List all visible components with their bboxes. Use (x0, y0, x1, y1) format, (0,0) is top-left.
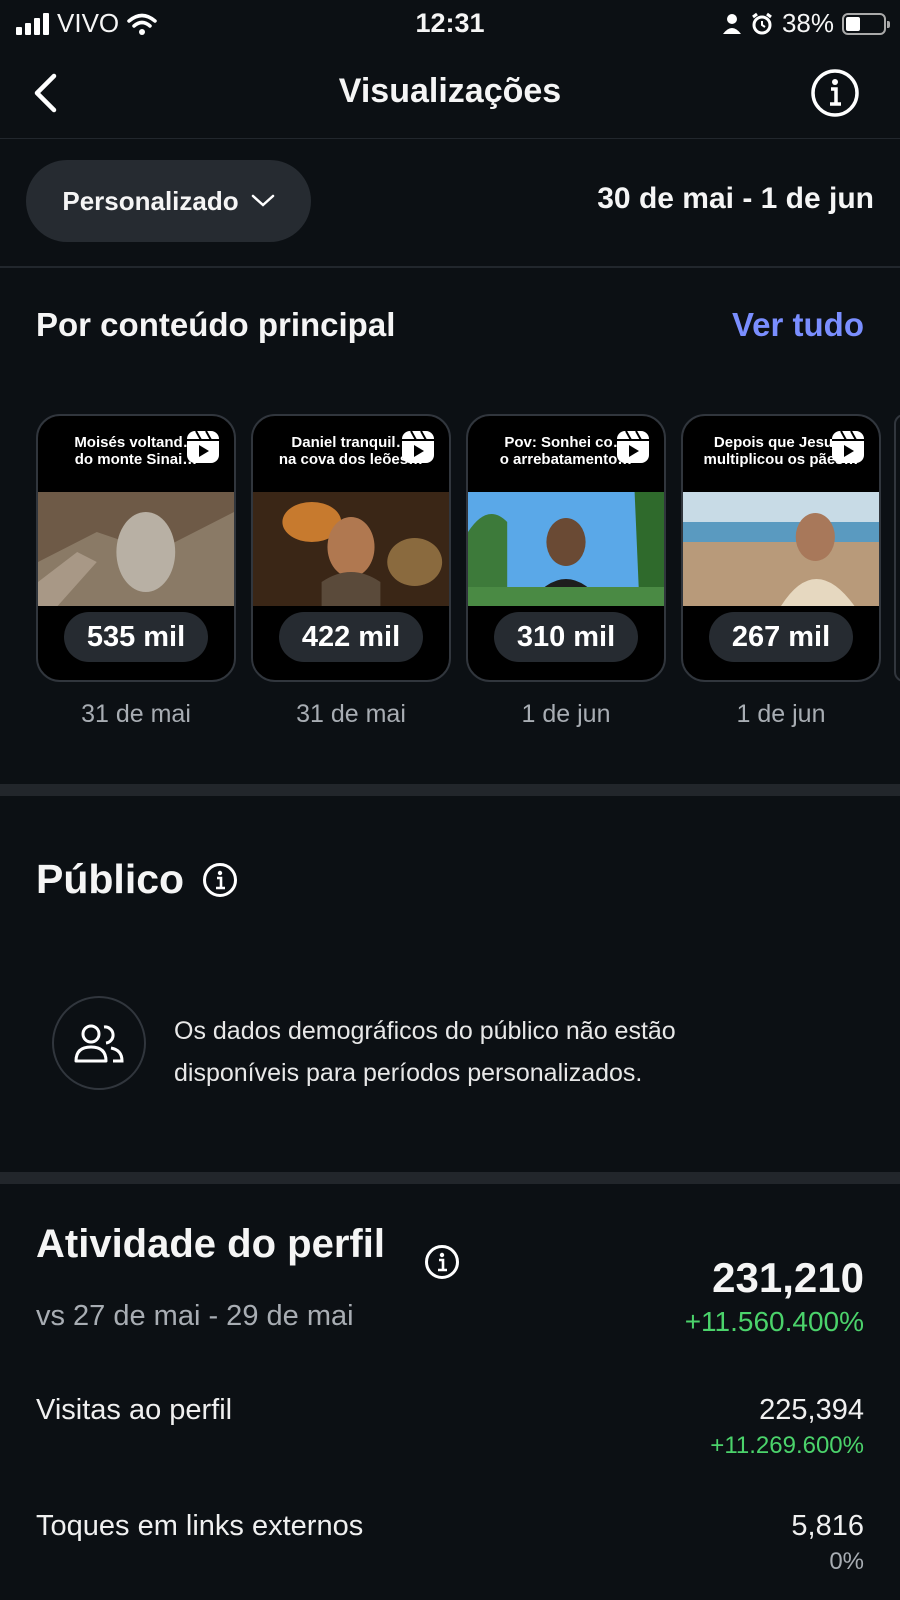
page-title: Visualizações (338, 72, 562, 110)
section-divider (0, 1172, 900, 1184)
video-thumbnail (683, 492, 879, 606)
top-content-title: Por conteúdo principal (36, 306, 396, 343)
date-range: 30 de mai - 1 de jun (597, 182, 874, 215)
video-thumbnail (38, 492, 234, 606)
audience-unavailable-message: Os dados demográficos do público não est… (174, 1017, 676, 1087)
video-thumbnail (253, 492, 449, 606)
alarm-icon (752, 12, 772, 34)
video-thumbnail (468, 492, 664, 606)
content-card[interactable]: Depois que Jesu… multiplicou os pães… 26… (681, 414, 881, 682)
reels-icon (832, 430, 864, 463)
comparison-period: vs 27 de mai - 29 de mai (36, 1300, 354, 1332)
activity-total: 231,210 (712, 1254, 864, 1301)
section-divider (0, 784, 900, 796)
filter-row: Personalizado 30 de mai - 1 de jun (0, 138, 900, 268)
metric-label: Toques em links externos (36, 1510, 364, 1542)
content-card[interactable]: Moisés voltand… do monte Sinai… 535 mil (36, 414, 236, 682)
metric-label: Visitas ao perfil (36, 1394, 233, 1426)
card-date: 1 de jun (736, 700, 826, 728)
view-count: 267 mil (709, 612, 853, 662)
reels-icon (187, 430, 219, 463)
status-bar: VIVO 12:31 38% (0, 0, 900, 46)
view-count: 422 mil (279, 612, 423, 662)
metric-value: 5,816 (791, 1510, 864, 1542)
top-content-carousel[interactable]: Moisés voltand… do monte Sinai… 535 mil … (36, 414, 900, 734)
metric-change: +11.269.600% (710, 1432, 864, 1459)
see-all-link[interactable]: Ver tudo (732, 306, 864, 344)
reels-icon (617, 430, 649, 463)
status-right: 38% (722, 8, 890, 39)
metric-value: 225,394 (759, 1394, 864, 1426)
battery-icon (842, 12, 890, 35)
info-icon[interactable] (202, 862, 238, 898)
battery-percent: 38% (781, 8, 834, 38)
reels-icon (402, 430, 434, 463)
content-card[interactable]: Daniel tranquil… na cova dos leões… 422 … (251, 414, 451, 682)
metric-change: 0% (829, 1548, 864, 1575)
person-icon (722, 13, 741, 34)
card-date: 31 de mai (81, 700, 191, 728)
info-icon[interactable] (810, 68, 860, 118)
nav-header: Visualizações (0, 52, 900, 139)
period-dropdown[interactable]: Personalizado (26, 160, 311, 242)
activity-total-change: +11.560.400% (684, 1306, 864, 1337)
period-label: Personalizado (62, 185, 239, 216)
audience-title-row: Público (36, 856, 238, 903)
info-icon[interactable] (424, 1244, 460, 1280)
chevron-down-icon (251, 194, 274, 207)
content-card[interactable]: Pov: Sonhei co… o arrebatamento… 310 mil (466, 414, 666, 682)
card-date: 31 de mai (296, 700, 406, 728)
audience-title: Público (36, 856, 185, 902)
view-count: 535 mil (64, 612, 208, 662)
profile-activity-title: Atividade do perfil (36, 1222, 385, 1266)
people-icon (52, 996, 146, 1090)
card-date: 1 de jun (521, 700, 611, 728)
view-count: 310 mil (494, 612, 638, 662)
content-card-peek[interactable] (894, 414, 900, 682)
